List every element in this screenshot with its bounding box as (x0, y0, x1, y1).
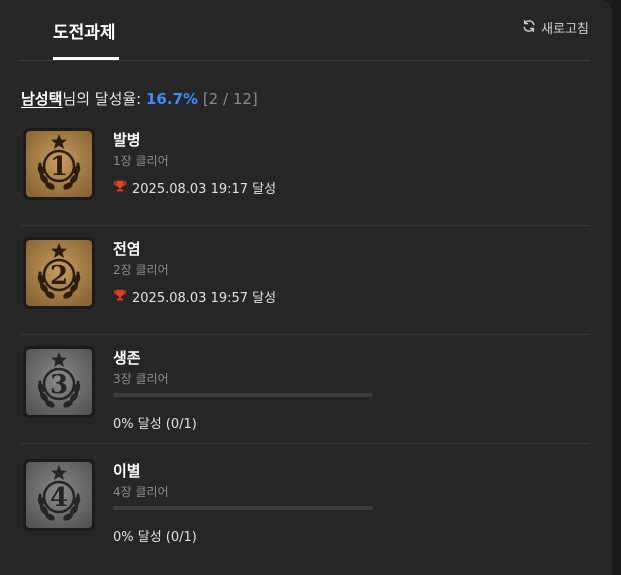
achievement-item[interactable]: 2 전염 2장 클리어 2025.08.03 19:57 달성 (20, 226, 590, 335)
tab-active-indicator (53, 57, 119, 60)
tab-bar: 도전과제 새로고침 (20, 0, 590, 61)
achievement-badge-icon: 3 (23, 346, 95, 418)
completed-date: 2025.08.03 19:57 달성 (132, 291, 277, 306)
achievements-panel: 도전과제 새로고침 남성택님의 달성율: 16.7% [2 / 12] 1 발병… (0, 0, 612, 575)
achievement-badge-icon: 1 (23, 128, 95, 200)
trophy-icon (113, 288, 127, 306)
achievement-title: 전염 (113, 240, 141, 258)
achievement-item[interactable]: 4 이별 4장 클리어 0% 달성 (0/1) (20, 448, 590, 556)
achievement-completed: 2025.08.03 19:17 달성 (113, 178, 276, 197)
completed-date: 2025.08.03 19:17 달성 (132, 182, 277, 197)
refresh-label: 새로고침 (541, 22, 589, 37)
rate-label: 님의 달성율: (62, 90, 146, 108)
achievement-badge-icon: 2 (23, 237, 95, 309)
progress-text: 0% 달성 (0/1) (113, 530, 197, 545)
achievement-badge-icon: 4 (23, 459, 95, 531)
badge-number: 1 (50, 152, 68, 182)
user-name[interactable]: 남성택 (21, 90, 62, 108)
badge-number: 3 (50, 370, 68, 400)
achievement-subtitle: 3장 클리어 (113, 372, 169, 386)
progress-bar (113, 393, 373, 397)
achievement-title: 생존 (113, 349, 141, 367)
progress-text: 0% 달성 (0/1) (113, 417, 197, 432)
achievement-rate: 남성택님의 달성율: 16.7% [2 / 12] (21, 88, 258, 109)
rate-percent: 16.7% (146, 90, 199, 108)
rate-count: [2 / 12] (202, 90, 258, 108)
refresh-icon (522, 19, 536, 37)
achievement-title: 발병 (113, 131, 141, 149)
trophy-icon (113, 179, 127, 197)
achievement-subtitle: 4장 클리어 (113, 485, 169, 499)
badge-number: 4 (50, 483, 68, 513)
achievement-subtitle: 2장 클리어 (113, 263, 169, 277)
tab-achievements[interactable]: 도전과제 (53, 18, 116, 43)
progress-bar (113, 506, 373, 510)
achievement-item[interactable]: 3 생존 3장 클리어 0% 달성 (0/1) (20, 335, 590, 444)
achievement-subtitle: 1장 클리어 (113, 154, 169, 168)
achievement-completed: 2025.08.03 19:57 달성 (113, 287, 276, 306)
achievement-title: 이별 (113, 462, 141, 480)
achievement-item[interactable]: 1 발병 1장 클리어 2025.08.03 19:17 달성 (20, 117, 590, 226)
refresh-button[interactable]: 새로고침 (522, 18, 589, 37)
badge-number: 2 (50, 261, 68, 291)
